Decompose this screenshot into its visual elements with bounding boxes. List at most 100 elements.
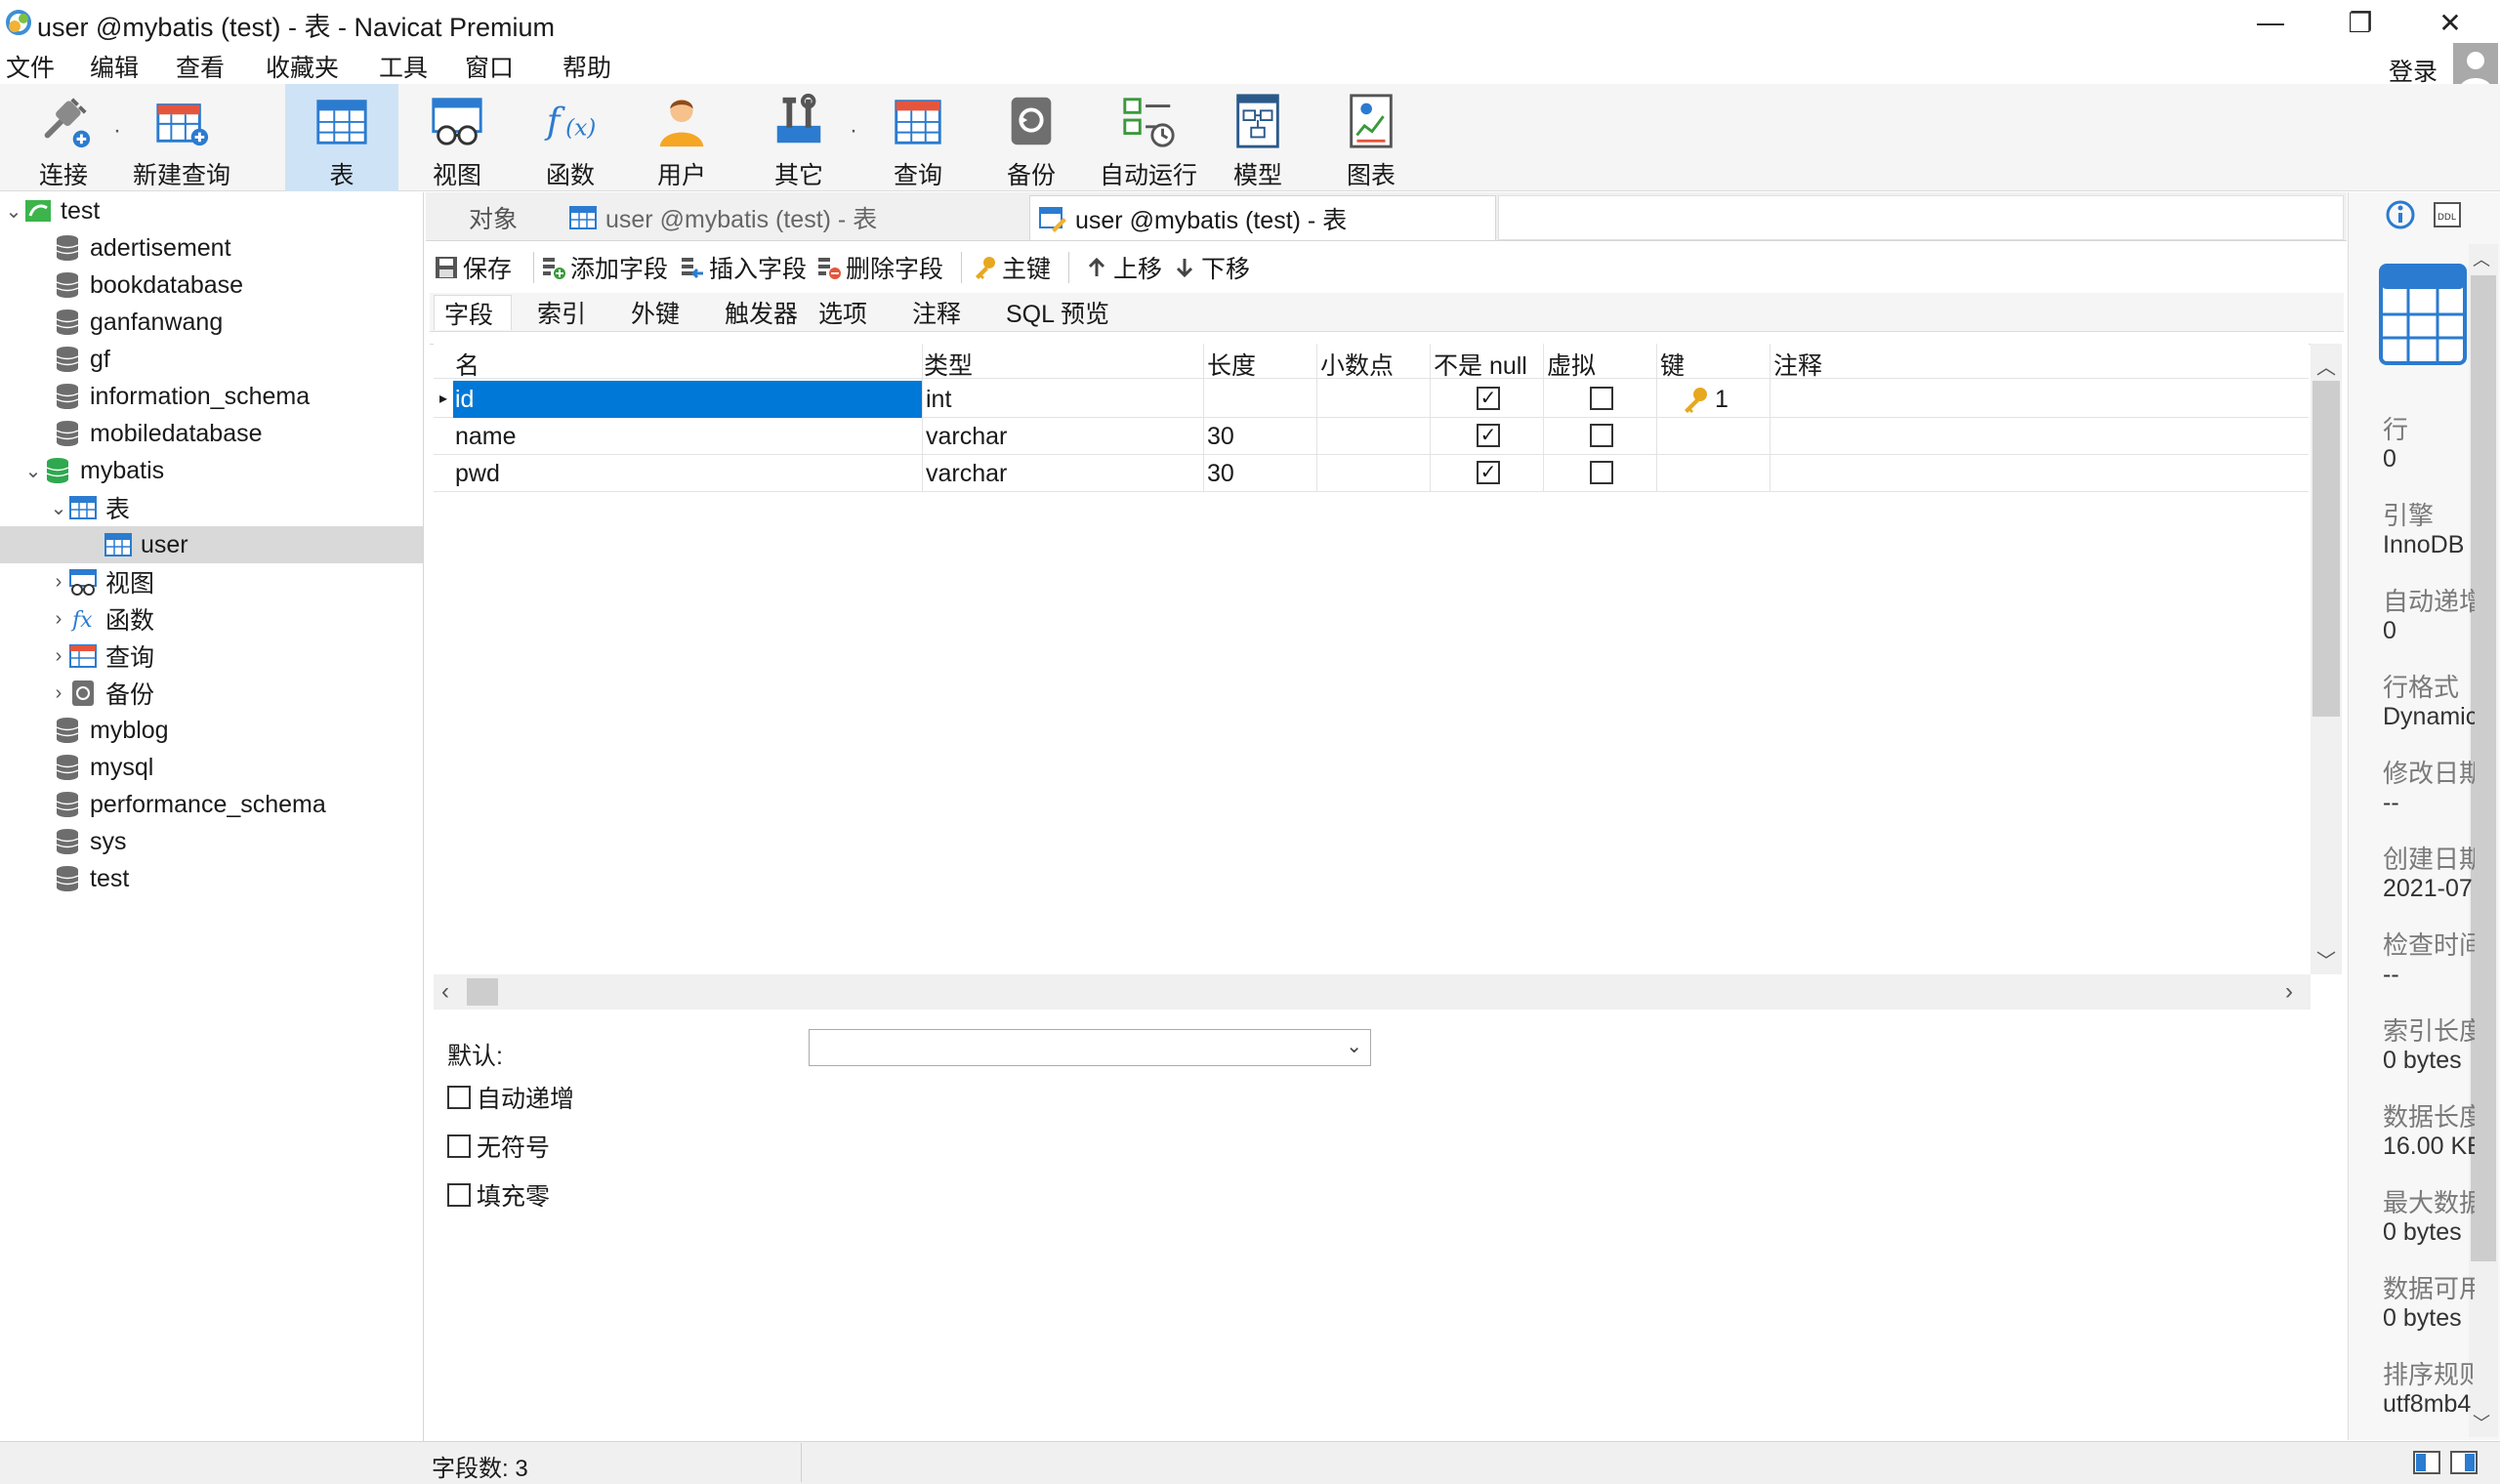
virtual-checkbox[interactable] bbox=[1590, 387, 1613, 410]
tree-database[interactable]: gf bbox=[0, 341, 423, 378]
expand-chevron-icon[interactable]: › bbox=[49, 645, 68, 668]
virtual-checkbox[interactable] bbox=[1590, 424, 1613, 447]
table-row[interactable] bbox=[434, 418, 2309, 455]
unsigned-checkbox[interactable]: 无符号 bbox=[447, 1129, 550, 1164]
menu-tools[interactable]: 工具 bbox=[379, 49, 428, 84]
tree-database[interactable]: myblog bbox=[0, 712, 423, 749]
save-button[interactable]: 保存 bbox=[434, 250, 512, 285]
col-header-virtual[interactable]: 虚拟 bbox=[1547, 348, 1596, 381]
scroll-up-chevron-icon[interactable]: ︿ bbox=[2316, 351, 2336, 380]
expand-chevron-icon[interactable]: › bbox=[49, 571, 68, 594]
not-null-checkbox[interactable]: ✓ bbox=[1477, 387, 1500, 410]
layout-detail-icon[interactable] bbox=[2449, 1449, 2479, 1476]
scroll-up-chevron-icon[interactable]: ︿ bbox=[2473, 246, 2490, 271]
insert-field-button[interactable]: 插入字段 bbox=[680, 250, 807, 285]
connect-button[interactable]: 连接 bbox=[21, 84, 105, 191]
tree-views-folder[interactable]: › 视图 bbox=[0, 563, 423, 600]
col-header-name[interactable]: 名 bbox=[455, 348, 479, 381]
login-link[interactable]: 登录 bbox=[2389, 53, 2438, 88]
tree-database[interactable]: performance_schema bbox=[0, 786, 423, 823]
delete-field-button[interactable]: 删除字段 bbox=[816, 250, 943, 285]
subtab-foreign-keys[interactable]: 外键 bbox=[631, 295, 680, 330]
grid-hscroll-thumb[interactable] bbox=[467, 978, 498, 1006]
tree-connection-test[interactable]: ⌄ test bbox=[0, 192, 423, 229]
primary-key-button[interactable]: 主键 bbox=[973, 250, 1051, 285]
function-button[interactable]: f (x) 函数 bbox=[523, 84, 617, 191]
auto-increment-checkbox[interactable]: 自动递增 bbox=[447, 1080, 574, 1115]
user-button[interactable]: 用户 bbox=[635, 84, 729, 191]
grid-scroll-thumb[interactable] bbox=[2312, 381, 2340, 717]
col-header-key[interactable]: 键 bbox=[1660, 348, 1685, 381]
subtab-comments[interactable]: 注释 bbox=[912, 295, 961, 330]
col-header-not-null[interactable]: 不是 null bbox=[1434, 348, 1527, 381]
add-field-button[interactable]: 添加字段 bbox=[541, 250, 668, 285]
tree-backups-folder[interactable]: › 备份 bbox=[0, 675, 423, 712]
grid-horizontal-scrollbar[interactable] bbox=[434, 974, 2311, 1010]
tree-database[interactable]: test bbox=[0, 860, 423, 897]
tree-queries-folder[interactable]: › 查询 bbox=[0, 638, 423, 675]
tree-table-user[interactable]: user bbox=[0, 526, 423, 563]
other-button[interactable]: 其它 bbox=[752, 84, 846, 191]
tab-user-table-1[interactable]: user @mybatis (test) - 表 bbox=[561, 195, 1027, 240]
chart-button[interactable]: 图表 bbox=[1324, 84, 1418, 191]
col-header-decimals[interactable]: 小数点 bbox=[1320, 348, 1394, 381]
scroll-down-chevron-icon[interactable]: ﹀ bbox=[2316, 945, 2336, 973]
menu-edit[interactable]: 编辑 bbox=[90, 49, 139, 84]
auto-run-button[interactable]: 自动运行 bbox=[1092, 84, 1205, 191]
move-up-button[interactable]: 上移 bbox=[1084, 250, 1162, 285]
layout-list-icon[interactable] bbox=[2412, 1449, 2441, 1476]
subtab-fields[interactable]: 字段 bbox=[434, 295, 512, 330]
subtab-options[interactable]: 选项 bbox=[818, 295, 867, 330]
menu-file[interactable]: 文件 bbox=[6, 49, 55, 84]
zerofill-checkbox[interactable]: 填充零 bbox=[447, 1177, 550, 1213]
table-row[interactable] bbox=[434, 455, 2309, 492]
col-header-comment[interactable]: 注释 bbox=[1773, 348, 1822, 381]
backup-button[interactable]: 备份 bbox=[984, 84, 1078, 191]
model-button[interactable]: 模型 bbox=[1211, 84, 1305, 191]
field-type-cell[interactable]: varchar bbox=[926, 418, 1007, 455]
close-button[interactable]: ✕ bbox=[2406, 0, 2494, 45]
field-type-cell[interactable]: varchar bbox=[926, 455, 1007, 492]
subtab-indexes[interactable]: 索引 bbox=[537, 295, 586, 330]
field-name-cell[interactable]: name bbox=[455, 418, 517, 455]
tree-database[interactable]: sys bbox=[0, 823, 423, 860]
collapse-chevron-icon[interactable]: ⌄ bbox=[23, 459, 43, 483]
tree-tables-folder[interactable]: ⌄ 表 bbox=[0, 489, 423, 526]
not-null-checkbox[interactable]: ✓ bbox=[1477, 424, 1500, 447]
tree-database[interactable]: adertisement bbox=[0, 229, 423, 267]
collapse-chevron-icon[interactable]: ⌄ bbox=[4, 199, 23, 224]
restore-button[interactable]: ❐ bbox=[2316, 0, 2404, 45]
field-type-cell[interactable]: int bbox=[926, 381, 951, 418]
tree-database[interactable]: information_schema bbox=[0, 378, 423, 415]
expand-chevron-icon[interactable]: › bbox=[49, 682, 68, 705]
query-button[interactable]: 查询 bbox=[871, 84, 965, 191]
info-icon[interactable] bbox=[2385, 199, 2416, 230]
default-value-select[interactable]: ⌄ bbox=[809, 1029, 1371, 1066]
scroll-right-chevron-icon[interactable]: › bbox=[2285, 978, 2293, 1006]
subtab-triggers[interactable]: 触发器 bbox=[725, 295, 798, 330]
move-down-button[interactable]: 下移 bbox=[1172, 250, 1250, 285]
menu-view[interactable]: 查看 bbox=[176, 49, 225, 84]
virtual-checkbox[interactable] bbox=[1590, 461, 1613, 484]
col-header-type[interactable]: 类型 bbox=[924, 348, 973, 381]
tree-database[interactable]: ganfanwang bbox=[0, 304, 423, 341]
tab-user-table-2[interactable]: user @mybatis (test) - 表 bbox=[1029, 195, 1496, 240]
tree-database-mybatis[interactable]: ⌄ mybatis bbox=[0, 452, 423, 489]
col-header-length[interactable]: 长度 bbox=[1207, 348, 1256, 381]
tree-database[interactable]: mysql bbox=[0, 749, 423, 786]
field-length-cell[interactable]: 30 bbox=[1207, 418, 1234, 455]
subtab-sql-preview[interactable]: SQL 预览 bbox=[1006, 295, 1109, 330]
field-length-cell[interactable]: 30 bbox=[1207, 455, 1234, 492]
scroll-left-chevron-icon[interactable]: ‹ bbox=[441, 978, 449, 1006]
menu-help[interactable]: 帮助 bbox=[562, 49, 611, 84]
field-name-cell[interactable]: id bbox=[453, 381, 922, 418]
menu-window[interactable]: 窗口 bbox=[465, 49, 514, 84]
menu-favorites[interactable]: 收藏夹 bbox=[266, 49, 339, 84]
other-dropdown-dot[interactable]: · bbox=[850, 117, 857, 144]
tree-database[interactable]: mobiledatabase bbox=[0, 415, 423, 452]
connect-dropdown-dot[interactable]: · bbox=[113, 117, 121, 144]
table-button[interactable]: 表 bbox=[285, 84, 398, 191]
tab-objects[interactable]: 对象 bbox=[430, 195, 557, 240]
field-name-cell[interactable]: pwd bbox=[455, 455, 500, 492]
view-button[interactable]: 视图 bbox=[410, 84, 504, 191]
